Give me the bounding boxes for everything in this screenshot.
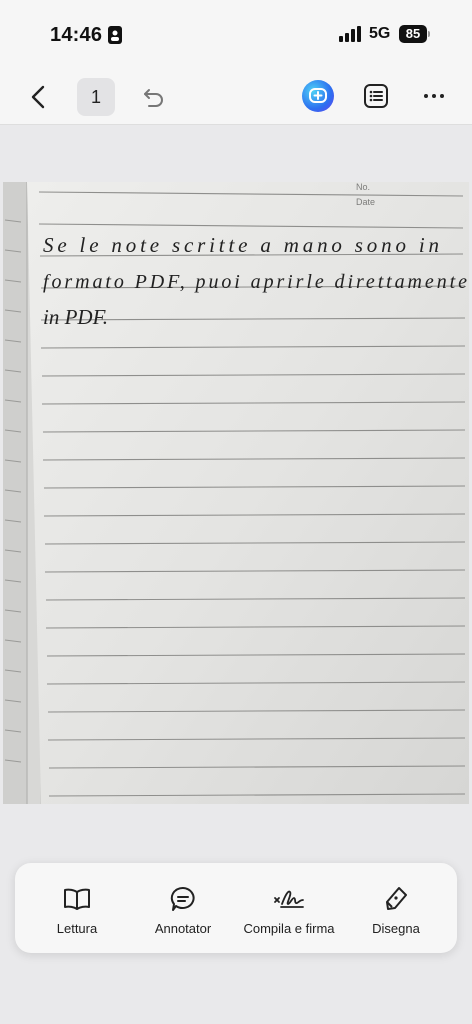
top-toolbar: 1 — [0, 66, 472, 125]
status-time: 14:46 — [50, 24, 103, 46]
ai-assistant-icon — [309, 88, 327, 103]
tab-compila-firma[interactable]: Compila e firma — [234, 885, 344, 941]
pen-icon — [386, 887, 407, 910]
network-type: 5G — [369, 25, 391, 42]
list-icon — [364, 84, 388, 108]
tab-label: Disegna — [372, 921, 420, 936]
more-button[interactable] — [420, 82, 448, 110]
undo-button[interactable] — [139, 82, 169, 112]
signature-icon — [274, 890, 304, 908]
id-badge-icon — [108, 26, 122, 44]
tab-label: Annotator — [154, 921, 212, 936]
more-icon — [424, 94, 444, 98]
book-icon — [64, 888, 90, 910]
signal-icon — [339, 26, 361, 42]
tab-lettura[interactable]: Lettura — [22, 885, 132, 941]
outline-button[interactable] — [362, 82, 390, 110]
battery-cap — [428, 31, 430, 37]
no-label: No. — [356, 182, 370, 192]
comment-icon — [170, 886, 195, 911]
date-label: Date — [356, 197, 375, 207]
tab-disegna[interactable]: Disegna — [341, 885, 451, 941]
handwriting-line: in PDF. — [43, 305, 108, 329]
status-bar: 14:46 5G 85 — [0, 0, 472, 66]
handwriting-line: formato PDF, puoi aprirle direttamente — [43, 271, 467, 293]
back-button[interactable] — [24, 82, 54, 112]
ai-assistant-button[interactable] — [302, 80, 334, 112]
page-number-button[interactable]: 1 — [77, 78, 115, 116]
undo-icon — [144, 89, 163, 107]
tab-annotator[interactable]: Annotator — [128, 885, 238, 941]
document-page[interactable]: No. Date Se le note scritte a mano sono … — [3, 182, 469, 804]
chevron-left-icon — [31, 85, 45, 109]
notebook-photo: No. Date Se le note scritte a mano sono … — [3, 182, 469, 804]
tab-label: Compila e firma — [243, 921, 335, 936]
battery-indicator: 85 — [399, 25, 427, 43]
tab-label: Lettura — [56, 921, 98, 936]
bottom-toolbar: Lettura Annotator Compila e firma Disegn… — [15, 863, 457, 953]
